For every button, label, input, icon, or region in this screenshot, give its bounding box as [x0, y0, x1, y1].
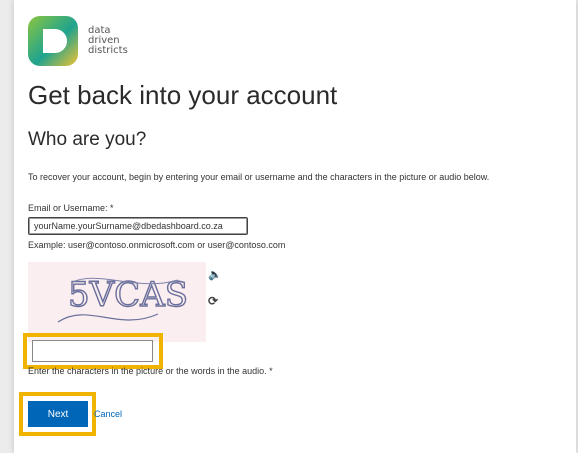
next-button[interactable]: Next	[28, 401, 88, 427]
email-field[interactable]	[28, 217, 248, 235]
captcha-input[interactable]	[32, 340, 153, 362]
svg-text:5VCAS: 5VCAS	[68, 275, 188, 315]
captcha-picture: 5VCAS	[28, 262, 206, 342]
email-label: Email or Username: *	[28, 203, 114, 213]
logo-mark-icon	[28, 16, 78, 66]
intro-text: To recover your account, begin by enteri…	[28, 172, 490, 182]
data-driven-districts-logo: data driven districts	[28, 16, 148, 68]
page-subtitle: Who are you?	[28, 129, 147, 150]
page-title: Get back into your account	[28, 80, 338, 110]
captcha-image: 5VCAS	[28, 262, 206, 342]
recovery-card: data driven districts Get back into your…	[14, 0, 576, 453]
logo-wordmark: data driven districts	[88, 25, 128, 56]
cancel-link[interactable]: Cancel	[94, 409, 122, 419]
email-example-text: Example: user@contoso.onmicrosoft.com or…	[28, 240, 286, 250]
speaker-icon[interactable]: 🔈	[208, 268, 222, 281]
refresh-icon[interactable]: ⟳	[208, 294, 218, 308]
captcha-hint-text: Enter the characters in the picture or t…	[28, 366, 273, 376]
